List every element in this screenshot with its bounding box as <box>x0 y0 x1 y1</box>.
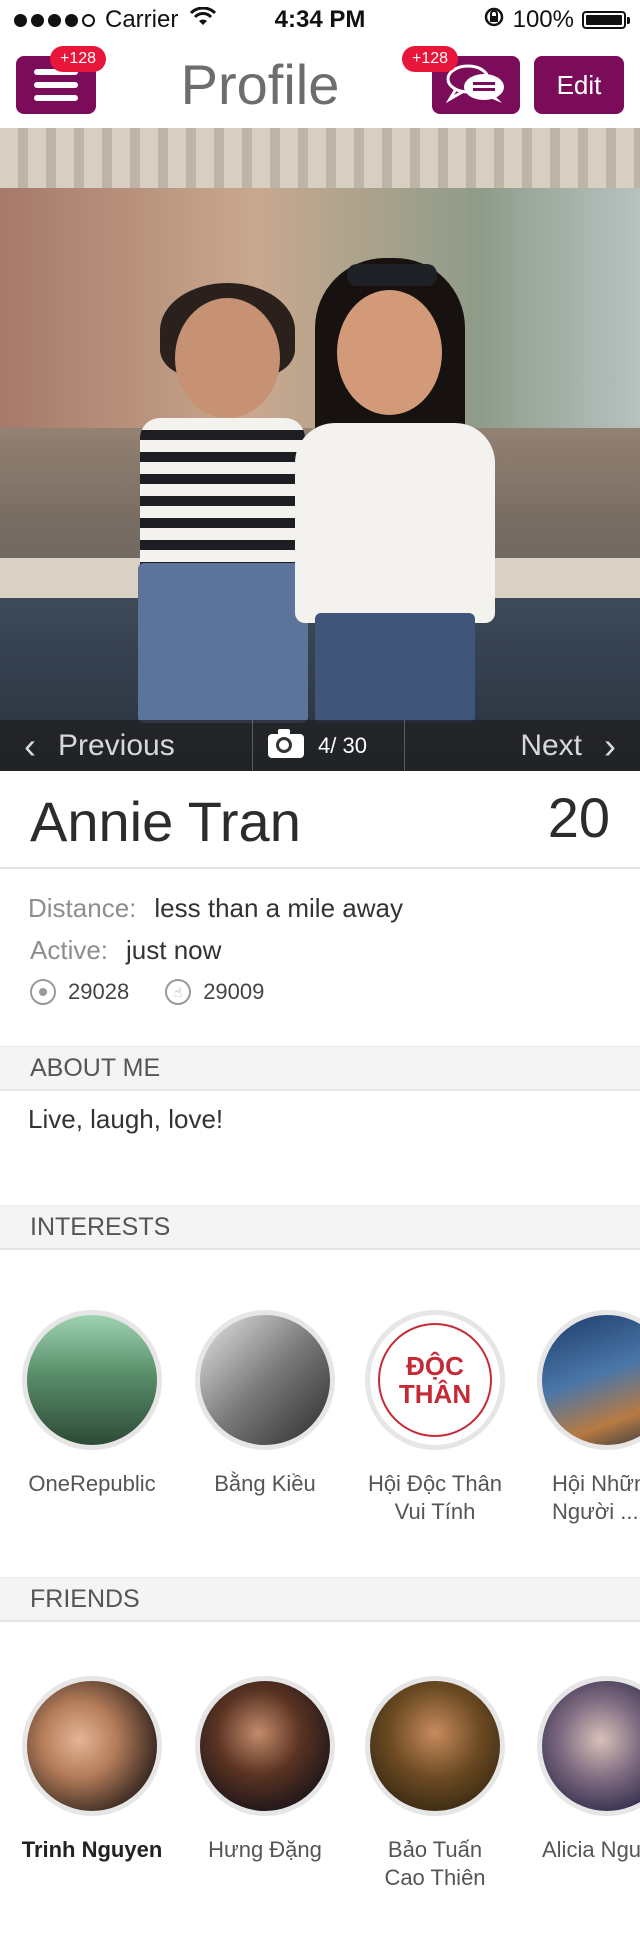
friend-name: Alicia Ngu <box>542 1837 640 1862</box>
profile-age: 20 <box>547 786 610 849</box>
interest-label: Hội Nhữn Người ... <box>552 1471 640 1524</box>
profile-photo[interactable] <box>0 128 640 771</box>
chevron-left-icon: ‹ <box>24 724 36 766</box>
profile-details: Distance: less than a mile away Active: ju… <box>0 869 640 1045</box>
interest-item[interactable]: ĐỘC THÂN Hội Độc Thân Vui Tính <box>350 1310 520 1526</box>
signal-strength-icon <box>14 13 95 27</box>
interests-section-header: INTERESTS <box>0 1205 640 1250</box>
interest-image <box>537 1310 640 1450</box>
distance-value: less than a mile away <box>154 893 403 923</box>
navigation-bar: +128 Profile +128 Edit <box>0 40 640 128</box>
interest-item[interactable]: Bằng Kiều <box>180 1310 350 1498</box>
friend-name: Trinh Nguyen <box>21 1837 163 1862</box>
friend-avatar <box>365 1676 505 1816</box>
rotation-lock-icon <box>483 6 505 35</box>
friends-section-header: FRIENDS <box>0 1577 640 1622</box>
friend-item[interactable]: Alicia Ngu <box>522 1676 640 1864</box>
photo-count: 4/ 30 <box>318 732 367 758</box>
previous-photo-button[interactable]: ‹ Previous <box>24 720 175 771</box>
about-section-header: ABOUT ME <box>0 1046 640 1091</box>
profile-stats: 29028 ☝ 29009 <box>30 979 264 1005</box>
about-text: Live, laugh, love! <box>28 1104 224 1134</box>
chevron-right-icon: › <box>604 724 616 766</box>
friends-header-label: FRIENDS <box>30 1584 140 1613</box>
interest-label: OneRepublic <box>28 1471 156 1496</box>
interest-image <box>22 1310 162 1450</box>
interest-label: Bằng Kiều <box>214 1471 316 1496</box>
messages-notification-badge: +128 <box>402 46 459 72</box>
name-row: Annie Tran 20 <box>0 771 640 869</box>
carrier-name: Carrier <box>105 6 179 33</box>
interest-image: ĐỘC THÂN <box>365 1310 505 1450</box>
status-bar: Carrier 4:34 PM 100% <box>0 0 640 40</box>
interests-carousel[interactable]: OneRepublic Bằng Kiều ĐỘC THÂN Hội Độc T… <box>0 1310 640 1570</box>
friend-name: Bảo Tuấn Cao Thiên <box>384 1837 486 1890</box>
interest-item[interactable]: Hội Nhữn Người ... <box>522 1310 640 1526</box>
next-label: Next <box>520 728 582 762</box>
eye-icon <box>30 979 56 1005</box>
page-title: Profile <box>180 52 340 116</box>
wifi-icon <box>190 6 217 34</box>
previous-label: Previous <box>58 728 175 762</box>
photo-counter: 4/ 30 <box>268 720 367 771</box>
friend-avatar <box>22 1676 162 1816</box>
friends-carousel[interactable]: Trinh Nguyen Hưng Đặng Bảo Tuấn Cao Thiê… <box>0 1676 640 1936</box>
interest-image <box>195 1310 335 1450</box>
friend-item[interactable]: Bảo Tuấn Cao Thiên <box>350 1676 520 1892</box>
active-value: just now <box>126 935 222 965</box>
about-header-label: ABOUT ME <box>30 1053 161 1082</box>
battery-percentage: 100% <box>512 6 574 33</box>
battery-icon <box>582 11 630 29</box>
friend-avatar <box>195 1676 335 1816</box>
camera-icon <box>268 728 304 758</box>
thumbs-up-icon: ☝ <box>165 979 192 1005</box>
profile-name: Annie Tran <box>30 790 301 853</box>
distance-label: Distance: <box>28 893 137 923</box>
divider <box>252 720 253 771</box>
friend-name: Hưng Đặng <box>208 1837 322 1862</box>
photo-navigation-bar: ‹ Previous 4/ 30 Next › <box>0 720 640 771</box>
seal-stamp-icon: ĐỘC THÂN <box>398 1351 472 1409</box>
edit-button[interactable]: Edit <box>534 56 624 114</box>
friend-avatar <box>537 1676 640 1816</box>
next-photo-button[interactable]: Next › <box>520 720 616 771</box>
interest-item[interactable]: OneRepublic <box>7 1310 177 1498</box>
views-count: 29028 <box>68 979 130 1004</box>
friend-item[interactable]: Trinh Nguyen <box>7 1676 177 1864</box>
interest-label: Hội Độc Thân Vui Tính <box>367 1471 503 1524</box>
active-label: Active: <box>30 935 109 965</box>
interests-header-label: INTERESTS <box>30 1212 171 1241</box>
friend-item[interactable]: Hưng Đặng <box>180 1676 350 1864</box>
likes-count: 29009 <box>203 979 265 1004</box>
divider <box>404 720 405 771</box>
distance-row: Distance: less than a mile away <box>28 893 403 924</box>
active-row: Active: just now <box>30 935 221 966</box>
